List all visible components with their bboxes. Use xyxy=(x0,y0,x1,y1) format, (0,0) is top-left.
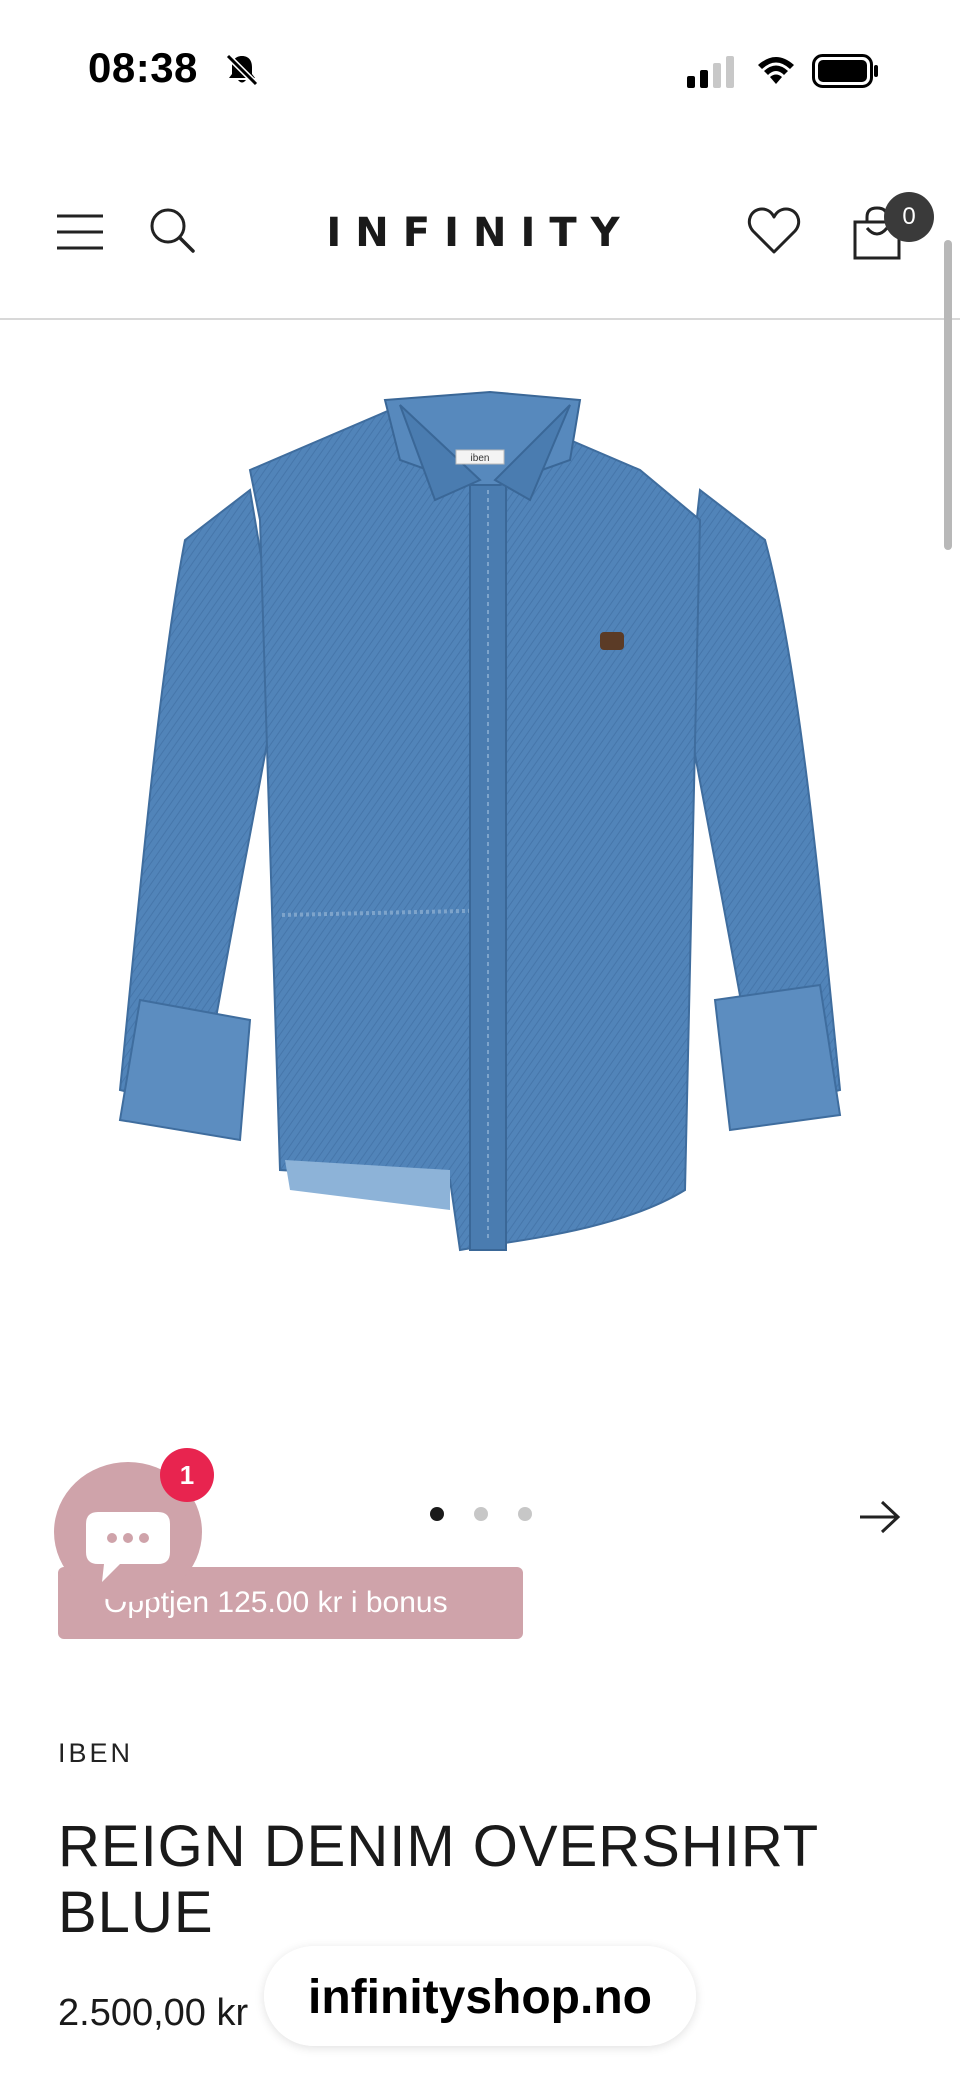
cart-count-badge[interactable]: 0 xyxy=(884,192,934,242)
browser-domain: infinityshop.no xyxy=(308,1971,652,2024)
bell-slash-icon xyxy=(225,53,259,87)
status-bar: 08:38 xyxy=(0,0,960,140)
scrollbar[interactable] xyxy=(944,240,952,550)
carousel-dot-1[interactable] xyxy=(430,1507,444,1521)
wifi-icon xyxy=(758,57,794,84)
site-header: INFINITY 0 xyxy=(0,180,960,320)
chat-icon xyxy=(86,1512,170,1582)
status-time: 08:38 xyxy=(88,44,198,91)
product-title: REIGN DENIM OVERSHIRT BLUE xyxy=(58,1814,819,1945)
heart-icon[interactable] xyxy=(747,206,801,256)
carousel-dot-3[interactable] xyxy=(518,1507,532,1521)
product-image[interactable]: iben xyxy=(100,370,860,1290)
product-label-tag: iben xyxy=(471,453,490,464)
product-brand[interactable]: IBEN xyxy=(58,1738,133,1769)
product-price: 2.500,00 kr xyxy=(58,1992,249,2034)
signal-icon xyxy=(687,56,734,88)
arrow-right-icon[interactable] xyxy=(858,1498,902,1536)
battery-icon xyxy=(812,54,878,88)
chat-unread-badge: 1 xyxy=(160,1448,214,1502)
browser-address-pill[interactable]: infinityshop.no xyxy=(264,1946,696,2046)
carousel-dot-2[interactable] xyxy=(474,1507,488,1521)
site-logo[interactable]: INFINITY xyxy=(0,210,960,256)
